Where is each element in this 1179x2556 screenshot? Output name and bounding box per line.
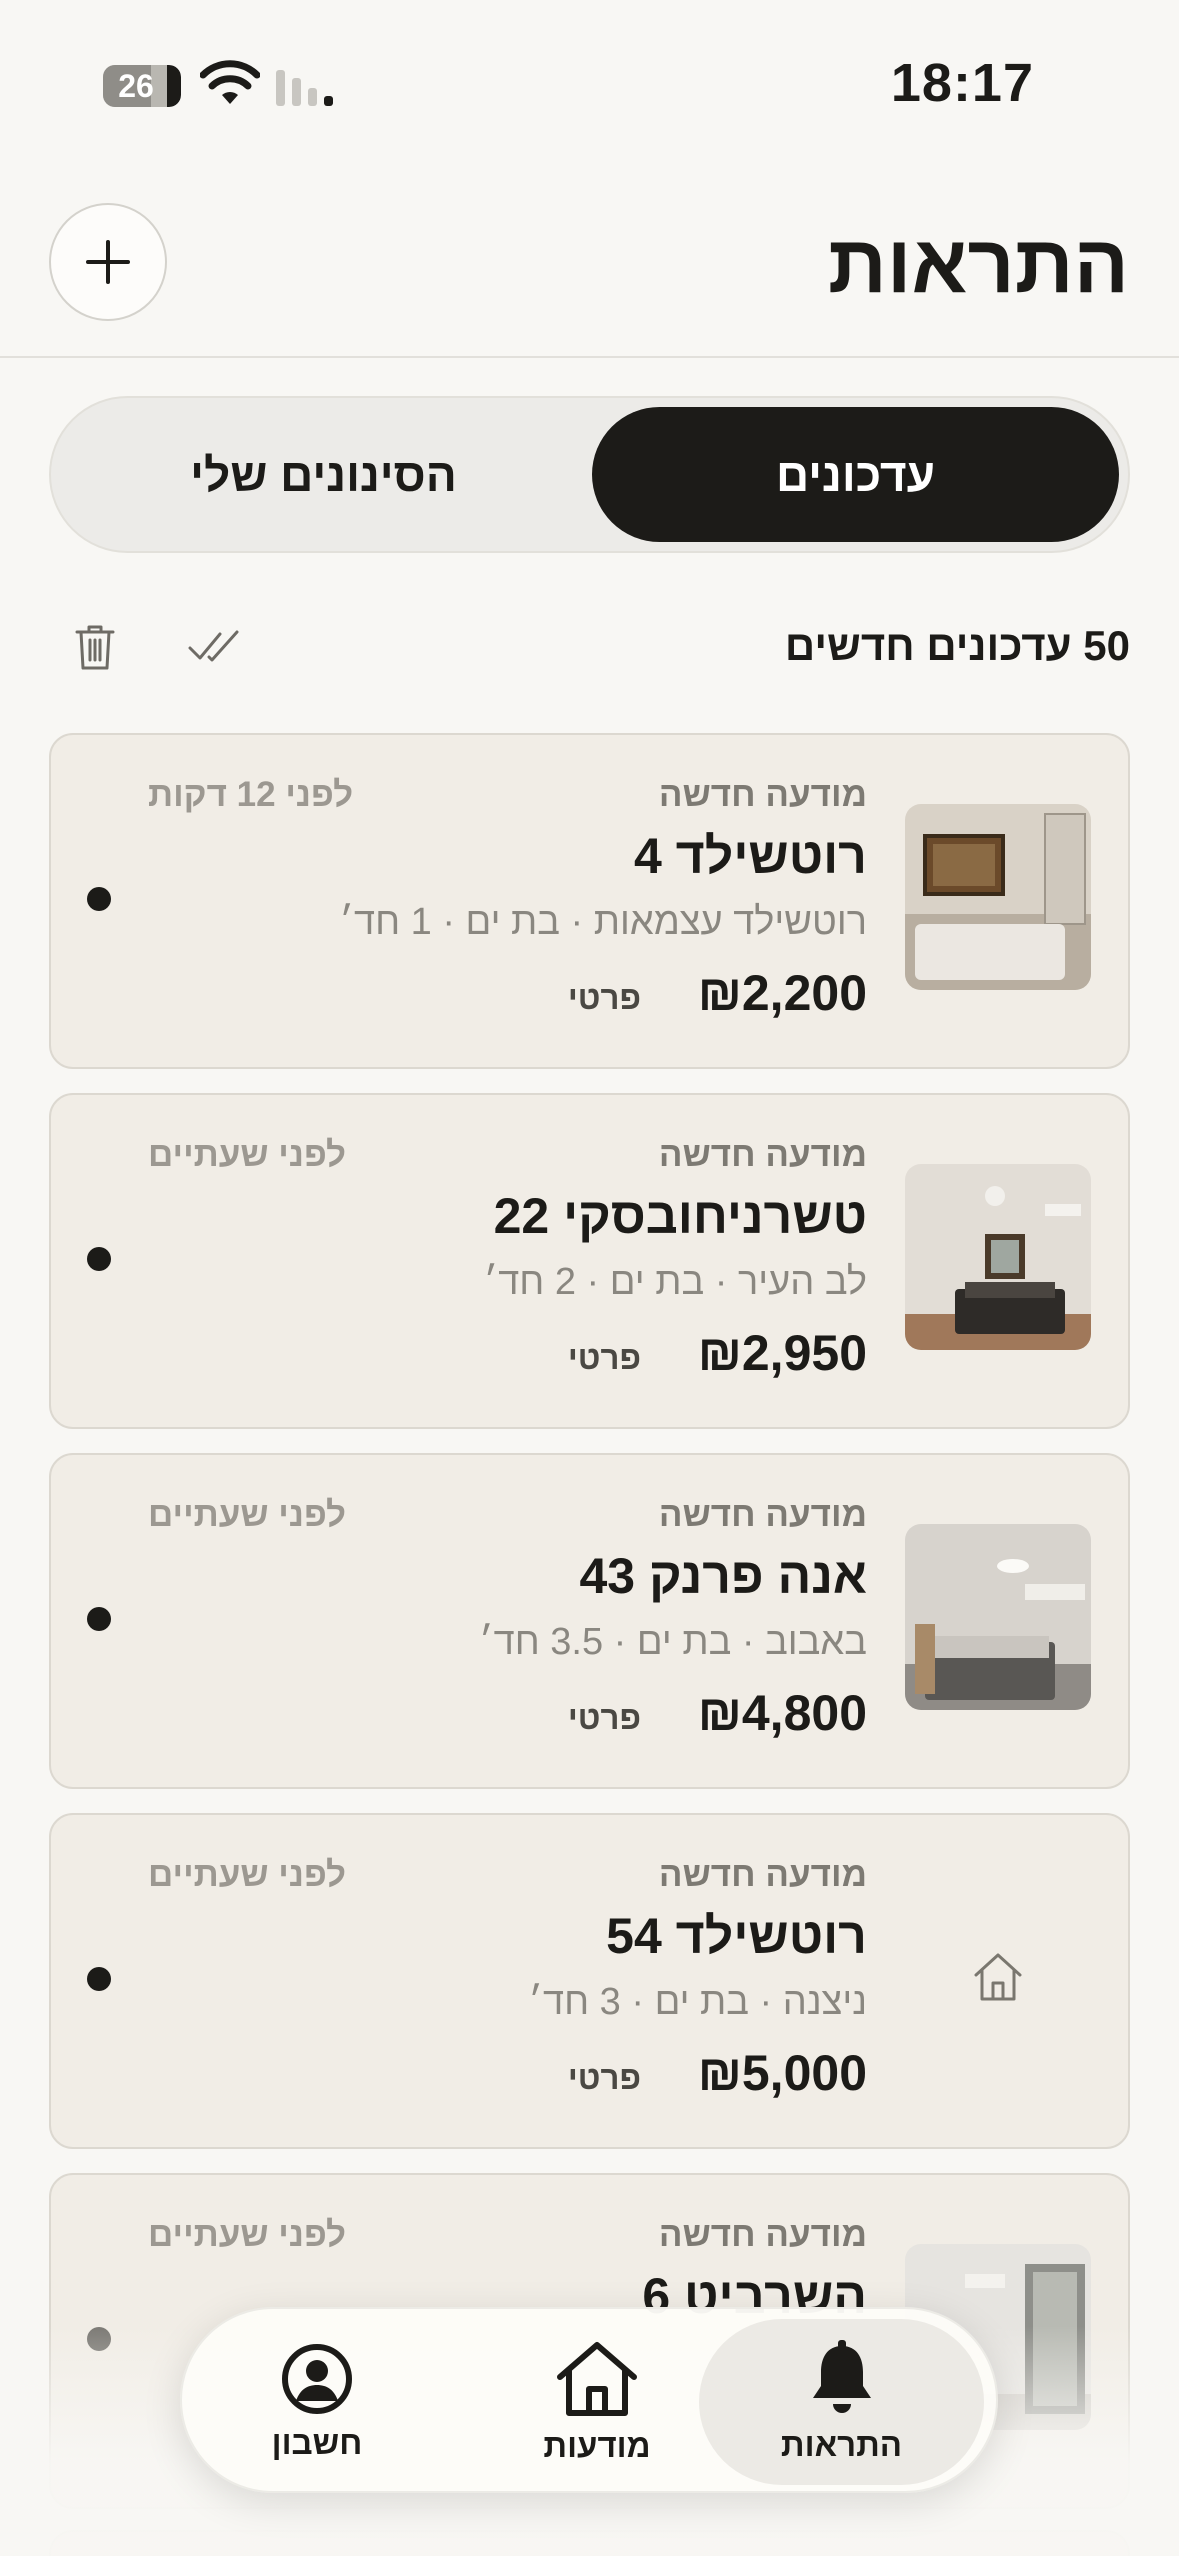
card-label: מודעה חדשה <box>658 775 867 814</box>
unread-dot <box>87 887 111 911</box>
card-time: לפני שעתיים <box>148 2215 347 2254</box>
card-price: ₪4,800 <box>697 1685 867 1741</box>
listing-thumbnail <box>905 804 1091 990</box>
bell-icon <box>812 2340 871 2413</box>
card-label: מודעה חדשה <box>658 1135 867 1174</box>
updates-count: 50 עדכונים חדשים <box>784 622 1130 669</box>
card-price: ₪2,950 <box>697 1325 867 1381</box>
card-time: לפני שעתיים <box>148 1495 347 1534</box>
nav-account-label: חשבון <box>271 2424 363 2461</box>
alert-card[interactable]: מודעה חדשה לפני שעתיים טשרניחובסקי 22 לב… <box>49 1093 1130 1429</box>
nav-account[interactable]: חשבון <box>252 2309 382 2495</box>
home-icon <box>974 1953 1022 2001</box>
alert-card[interactable]: מודעה חדשה לפני שעתיים אנה פרנק 43 באבוב… <box>49 1453 1130 1789</box>
card-type: פרטי <box>567 2059 641 2096</box>
alert-card[interactable]: מודעה חדשה לפני 12 דקות רוטשילד 4 רוטשיל… <box>49 733 1130 1069</box>
card-title: רוטשילד 54 <box>606 1908 867 1964</box>
card-title: אנה פרנק 43 <box>579 1548 867 1604</box>
card-label: מודעה חדשה <box>658 1495 867 1534</box>
bottom-navigation: התראות מודעות חשבון <box>180 2307 998 2493</box>
user-icon <box>282 2344 352 2414</box>
trash-icon[interactable] <box>73 622 117 672</box>
wifi-icon <box>200 60 260 104</box>
card-type: פרטי <box>567 1699 641 1736</box>
card-subtitle: ניצנה · בת ים · 3 חד׳ <box>528 1981 867 2023</box>
listing-thumbnail <box>905 1524 1091 1710</box>
header: התראות <box>0 170 1179 358</box>
unread-dot <box>87 1967 111 1991</box>
card-time: לפני שעתיים <box>148 1855 347 1894</box>
tabs-segmented-control: עדכונים הסינונים שלי <box>49 396 1130 553</box>
listing-thumbnail <box>905 1164 1091 1350</box>
battery-icon: 26 <box>103 65 181 107</box>
plus-icon <box>86 240 130 284</box>
card-type: פרטי <box>567 1339 641 1376</box>
nav-alerts[interactable]: התראות <box>699 2319 984 2485</box>
listing-thumbnail <box>905 1884 1091 2070</box>
card-price: ₪2,200 <box>697 965 867 1021</box>
card-type: פרטי <box>567 979 641 1016</box>
card-price: ₪5,000 <box>697 2045 867 2101</box>
card-title: טשרניחובסקי 22 <box>493 1188 867 1244</box>
card-subtitle: באבוב · בת ים · 3.5 חד׳ <box>479 1621 867 1663</box>
tab-my-filters[interactable]: הסינונים שלי <box>60 407 587 542</box>
mark-all-read-icon[interactable] <box>187 624 241 668</box>
card-time: לפני 12 דקות <box>148 775 354 814</box>
alert-card[interactable]: מודעה חדשה לפני שעתיים רוטשילד 54 ניצנה … <box>49 1813 1130 2149</box>
add-alert-button[interactable] <box>49 203 167 321</box>
battery-level: 26 <box>118 68 154 104</box>
nav-listings-label: מודעות <box>543 2427 651 2464</box>
status-time: 18:17 <box>890 53 1034 113</box>
card-title: רוטשילד 4 <box>633 828 867 884</box>
tab-updates[interactable]: עדכונים <box>592 407 1119 542</box>
card-subtitle: רוטשילד עצמאות · בת ים · 1 חד׳ <box>339 901 867 943</box>
page-title: התראות <box>827 219 1129 310</box>
nav-listings[interactable]: מודעות <box>532 2309 662 2495</box>
card-subtitle: לב העיר · בת ים · 2 חד׳ <box>483 1261 867 1303</box>
card-label: מודעה חדשה <box>658 2215 867 2254</box>
nav-alerts-label: התראות <box>780 2426 903 2463</box>
home-icon <box>557 2342 637 2416</box>
card-label: מודעה חדשה <box>658 1855 867 1894</box>
unread-dot <box>87 1247 111 1271</box>
signal-icon <box>276 70 333 106</box>
status-bar: 26 18:17 <box>0 0 1179 170</box>
card-time: לפני שעתיים <box>148 1135 347 1174</box>
unread-dot <box>87 1607 111 1631</box>
